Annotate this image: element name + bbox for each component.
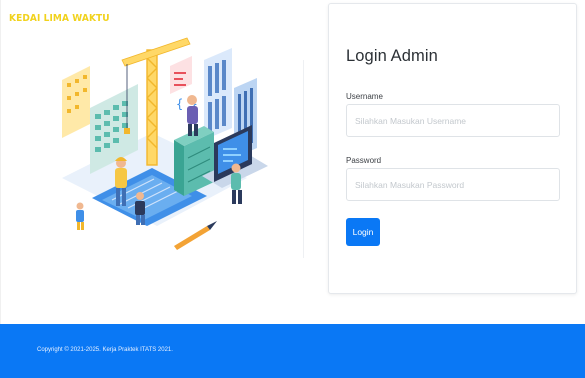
- footer: Copyright © 2021-2025. Kerja Praktek ITA…: [0, 324, 585, 378]
- password-input[interactable]: [346, 168, 560, 201]
- brand-logo: KEDAI LIMA WAKTU: [9, 13, 110, 25]
- login-card: Login Admin Username Password Login: [328, 3, 577, 294]
- password-label: Password: [346, 156, 382, 165]
- login-title: Login Admin: [346, 47, 438, 65]
- username-label: Username: [346, 92, 383, 101]
- footer-copyright: Copyright © 2021-2025. Kerja Praktek ITA…: [37, 347, 173, 353]
- hero-illustration: { }: [62, 37, 268, 250]
- page-edge: [0, 0, 1, 378]
- login-page: KEDAI LIMA WAKTU {} Login Admin Usernam…: [0, 0, 585, 378]
- username-input[interactable]: [346, 104, 560, 137]
- login-button[interactable]: Login: [346, 218, 380, 246]
- section-divider: [303, 60, 304, 258]
